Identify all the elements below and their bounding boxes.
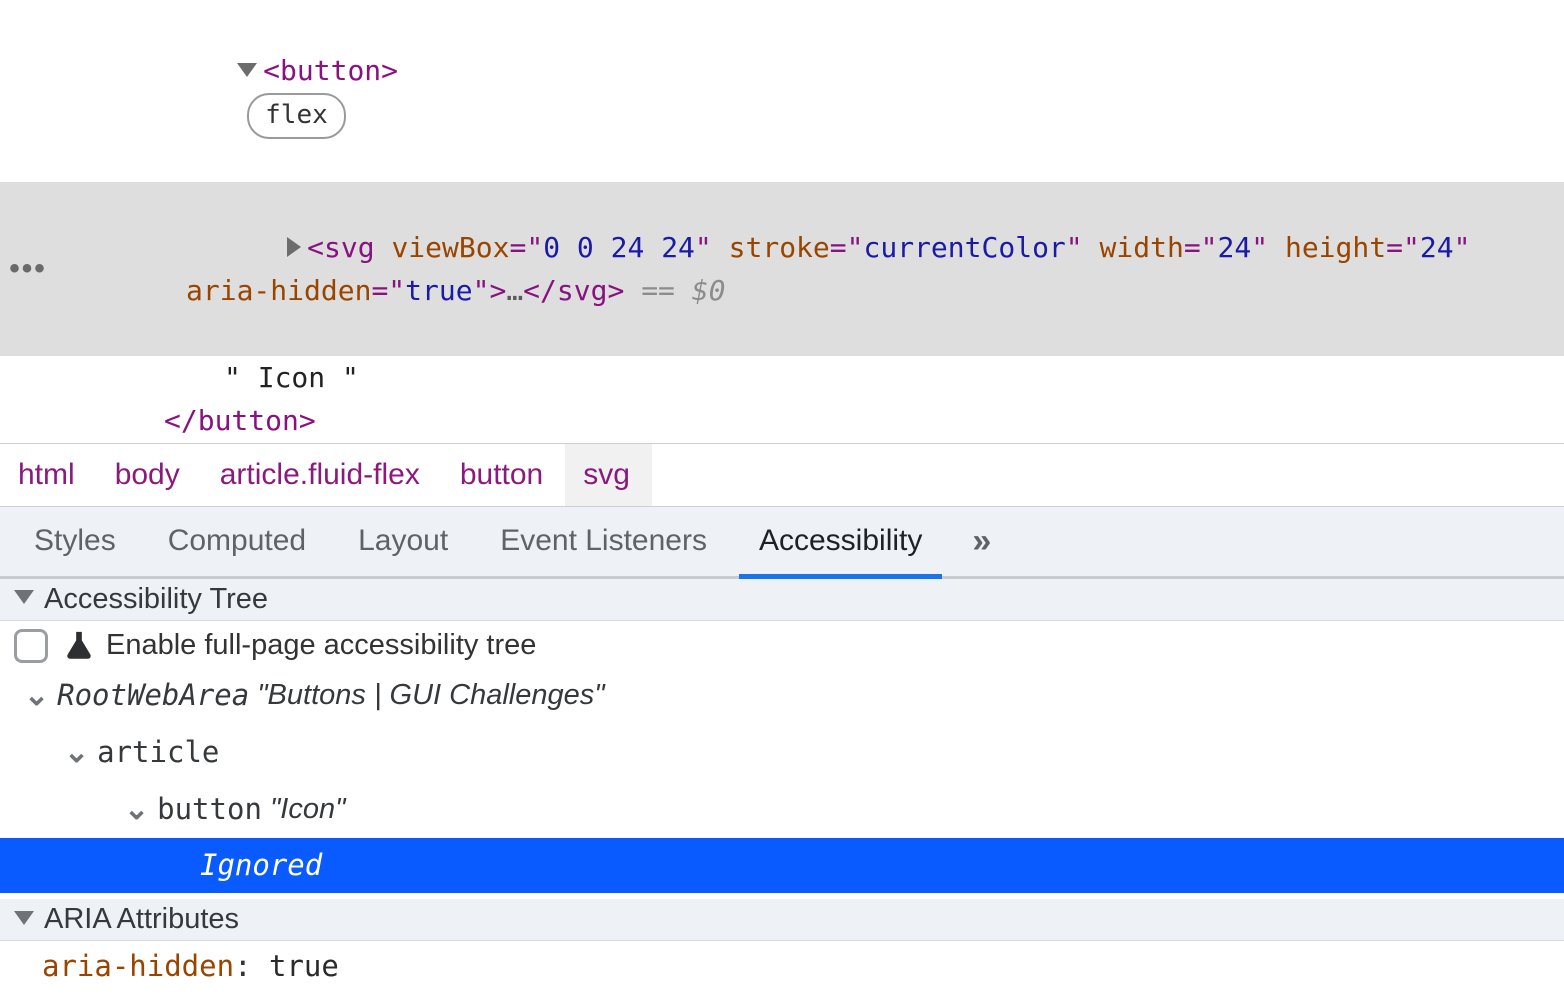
flask-icon (62, 629, 96, 663)
tab-styles[interactable]: Styles (8, 507, 142, 576)
dom-row-svg-selected[interactable]: ••• <svg viewBox="0 0 24 24" stroke="cur… (0, 182, 1564, 356)
dom-row-text-node[interactable]: " Icon " (0, 356, 1564, 399)
section-title: ARIA Attributes (44, 903, 239, 936)
sidebar-tabs: StylesComputedLayoutEvent ListenersAcces… (0, 507, 1564, 579)
layout-badge-flex[interactable]: flex (247, 93, 346, 139)
tab-event-listeners[interactable]: Event Listeners (474, 507, 733, 576)
accessibility-tree-body: Enable full-page accessibility tree ⌄ Ro… (0, 621, 1564, 899)
dom-row-button-open[interactable]: ••• <button> flex (0, 6, 1564, 182)
section-header-accessibility-tree[interactable]: Accessibility Tree (0, 579, 1564, 621)
tab-computed[interactable]: Computed (142, 507, 332, 576)
tab-layout[interactable]: Layout (332, 507, 474, 576)
section-header-aria-attributes[interactable]: ARIA Attributes (0, 899, 1564, 941)
breadcrumb-item[interactable]: svg (565, 444, 652, 506)
breadcrumb: htmlbodyarticle.fluid-flexbuttonsvg (0, 443, 1564, 507)
breadcrumb-item[interactable]: body (97, 444, 202, 506)
disclosure-triangle-icon[interactable] (14, 590, 34, 604)
checkbox[interactable] (14, 629, 48, 663)
tab-accessibility[interactable]: Accessibility (733, 507, 948, 576)
gutter: ••• (0, 246, 56, 293)
disclosure-triangle-icon[interactable] (237, 63, 257, 77)
tree-row-button[interactable]: ⌄ button "Icon" (0, 781, 1564, 838)
tree-row-article[interactable]: ⌄ article (0, 724, 1564, 781)
section-title: Accessibility Tree (44, 583, 268, 616)
selection-dots-icon: ••• (9, 246, 47, 293)
breadcrumb-item[interactable]: html (0, 444, 97, 506)
tree-row-ignored-selected[interactable]: Ignored (0, 838, 1564, 893)
aria-attributes-body: aria-hidden: true (0, 941, 1564, 1001)
enable-label: Enable full-page accessibility tree (106, 629, 536, 662)
accessibility-tree[interactable]: ⌄ RootWebArea "Buttons | GUI Challenges"… (0, 665, 1564, 893)
enable-full-page-tree-row[interactable]: Enable full-page accessibility tree (0, 627, 1564, 665)
aria-attr-key: aria-hidden (42, 949, 234, 983)
chevron-down-icon[interactable]: ⌄ (24, 670, 49, 721)
tabs-overflow-icon[interactable]: » (948, 522, 1015, 561)
chevron-down-icon[interactable]: ⌄ (124, 784, 149, 835)
gutter: ••• (0, 71, 56, 118)
disclosure-triangle-icon[interactable] (14, 911, 34, 925)
breadcrumb-item[interactable]: article.fluid-flex (202, 444, 442, 506)
breadcrumb-item[interactable]: button (442, 444, 565, 506)
elements-dom-tree[interactable]: ••• <button> flex ••• <svg viewBox="0 0 … (0, 0, 1564, 443)
aria-attr-value: true (269, 949, 339, 983)
tree-row-root[interactable]: ⌄ RootWebArea "Buttons | GUI Challenges" (0, 667, 1564, 724)
dom-row-button-close[interactable]: </button> (0, 399, 1564, 442)
chevron-down-icon[interactable]: ⌄ (64, 727, 89, 778)
disclosure-triangle-icon[interactable] (287, 237, 301, 257)
